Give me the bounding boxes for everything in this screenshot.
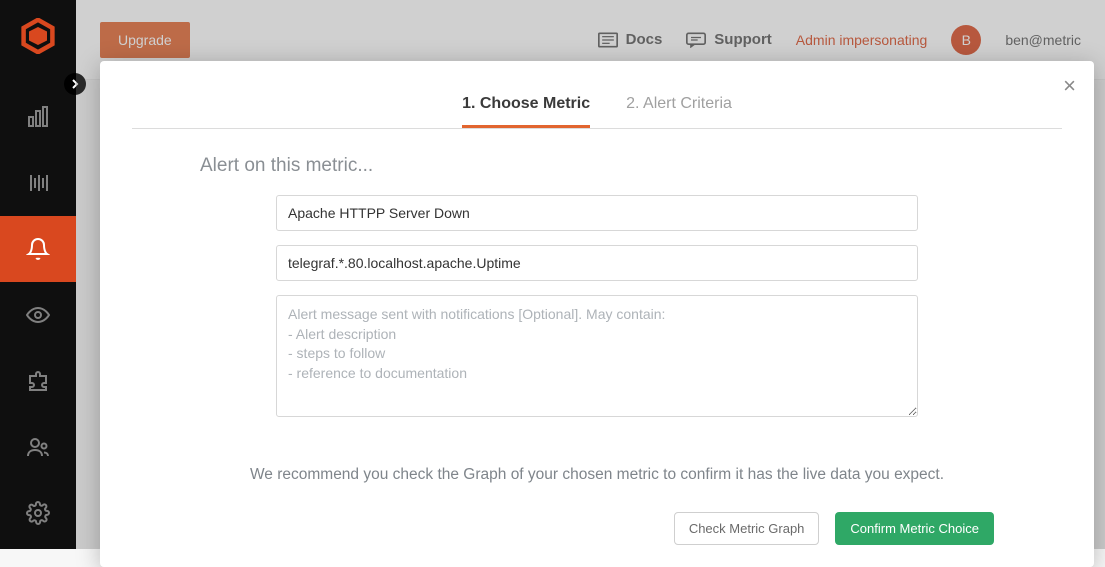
metric-path-input[interactable] <box>276 245 918 281</box>
nav-settings[interactable] <box>0 480 76 546</box>
nav-users[interactable] <box>0 414 76 480</box>
alert-message-textarea[interactable] <box>276 295 918 417</box>
recommend-text: We recommend you check the Graph of your… <box>100 466 1094 484</box>
tab-choose-metric[interactable]: 1. Choose Metric <box>462 95 590 128</box>
alert-heading: Alert on this metric... <box>200 155 1024 177</box>
create-alert-modal: × 1. Choose Metric 2. Alert Criteria Ale… <box>100 61 1094 567</box>
confirm-metric-choice-button[interactable]: Confirm Metric Choice <box>835 512 994 545</box>
check-metric-graph-button[interactable]: Check Metric Graph <box>674 512 820 545</box>
nav-integrations[interactable] <box>0 348 76 414</box>
nav-monitoring[interactable] <box>0 282 76 348</box>
tab-alert-criteria[interactable]: 2. Alert Criteria <box>626 95 732 128</box>
close-icon[interactable]: × <box>1063 75 1076 97</box>
app-logo <box>20 18 56 54</box>
nav-alerts[interactable] <box>0 216 76 282</box>
nav-metrics[interactable] <box>0 150 76 216</box>
modal-tabs: 1. Choose Metric 2. Alert Criteria <box>100 61 1094 128</box>
nav-dashboards[interactable] <box>0 84 76 150</box>
alert-name-input[interactable] <box>276 195 918 231</box>
